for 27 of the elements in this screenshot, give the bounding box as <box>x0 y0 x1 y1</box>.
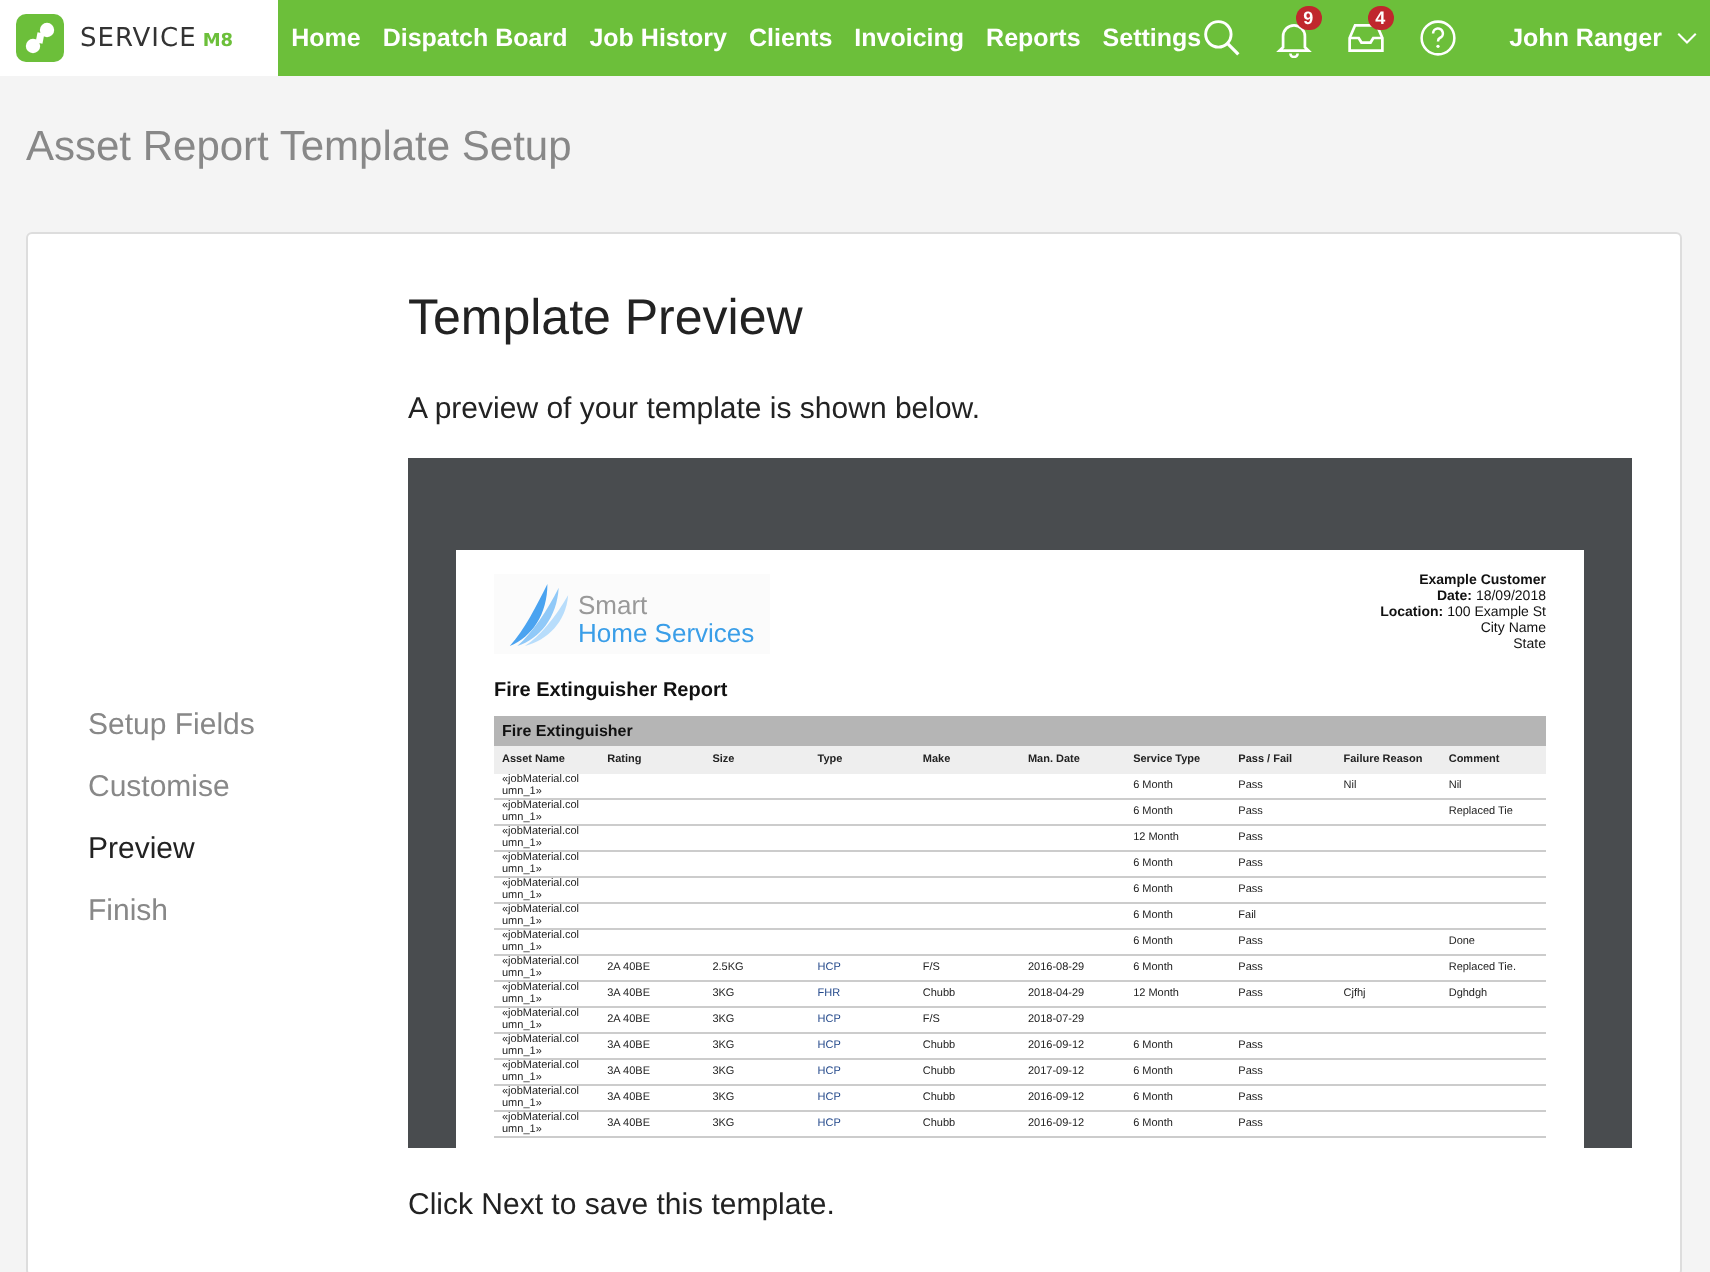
section-heading: Template Preview <box>408 290 805 348</box>
inbox-badge: 4 <box>1367 6 1394 30</box>
step-link[interactable]: Finish <box>88 894 408 928</box>
wing-logo-icon <box>506 580 570 648</box>
footer-note: Click Next to save this template. <box>408 1188 837 1222</box>
nav-link[interactable]: Clients <box>748 24 833 52</box>
intro-text: A preview of your template is shown below. <box>408 392 982 426</box>
step-link[interactable]: Setup Fields <box>88 708 408 742</box>
brand-name: Smart <box>578 592 650 620</box>
brand-name: Home Services <box>578 620 755 648</box>
nav-link[interactable]: Invoicing <box>854 24 965 52</box>
logo-suffix: M8 <box>202 31 234 51</box>
table-section-header: Fire Extinguisher <box>494 716 1546 746</box>
nav-link[interactable]: Settings <box>1102 24 1202 52</box>
nav-link[interactable]: Reports <box>986 24 1081 52</box>
nav-link[interactable]: Job History <box>589 24 727 52</box>
page-title: Asset Report Template Setup <box>26 124 574 174</box>
report-title: Fire Extinguisher Report <box>494 680 730 702</box>
logo-wordmark: SERVICE <box>80 23 197 53</box>
user-menu[interactable]: John Ranger <box>1489 24 1698 52</box>
nav-link[interactable]: Home <box>291 24 361 52</box>
chevron-down-icon <box>1676 31 1698 45</box>
logo-icon <box>16 14 64 62</box>
notification-badge: 9 <box>1295 6 1322 30</box>
nav-link[interactable]: Dispatch Board <box>382 24 568 52</box>
step-link[interactable]: Preview <box>88 832 408 866</box>
step-link[interactable]: Customise <box>88 770 408 804</box>
